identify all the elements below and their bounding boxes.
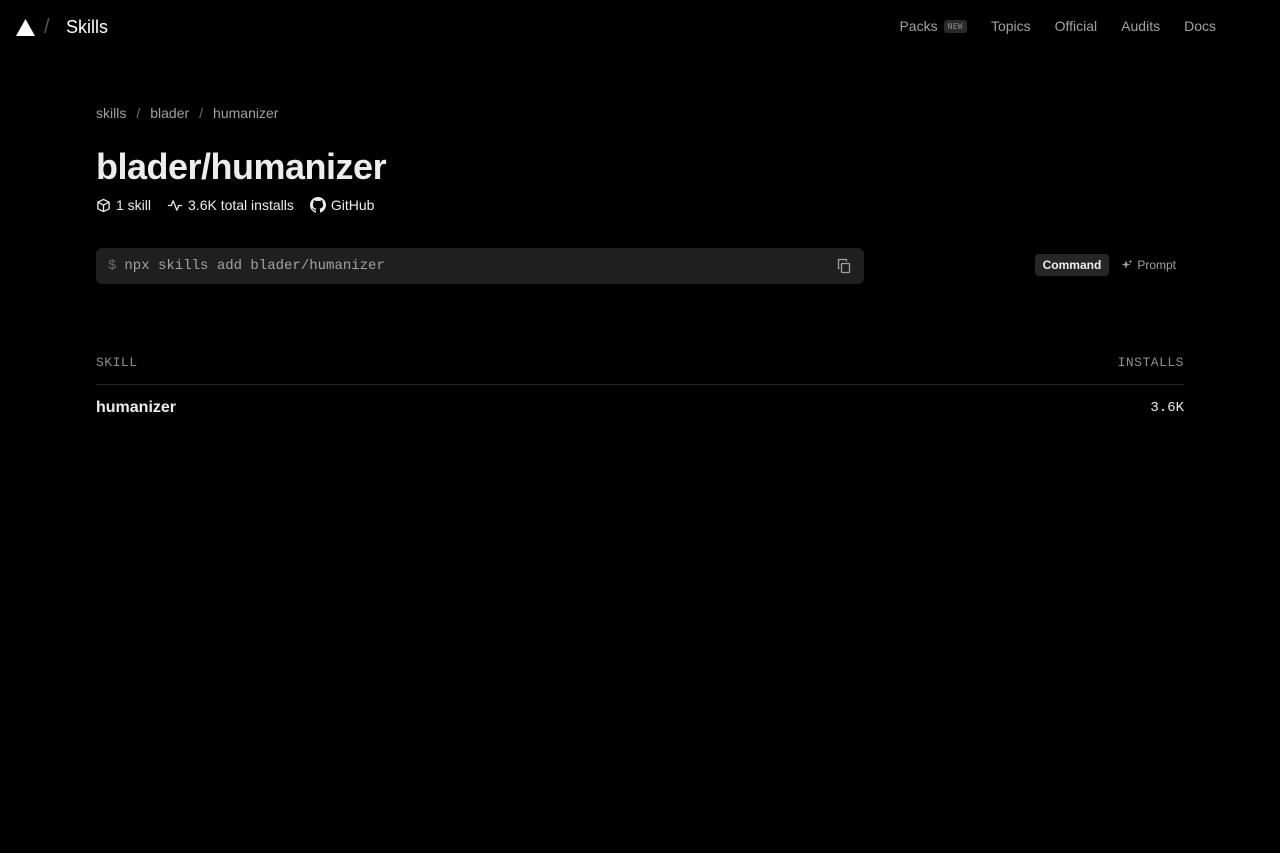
- install-command-text[interactable]: npx skills add blader/humanizer: [124, 258, 836, 274]
- column-header-installs: INSTALLS: [1117, 355, 1184, 370]
- prompt-symbol: $: [108, 258, 117, 274]
- nav-item-label: Docs: [1184, 18, 1216, 34]
- vercel-triangle-logo-icon[interactable]: [16, 19, 35, 36]
- nav-item-audits[interactable]: Audits: [1121, 18, 1160, 34]
- new-badge: NEW: [943, 19, 967, 33]
- nav-item-label: Audits: [1121, 18, 1161, 34]
- tab-prompt[interactable]: Prompt: [1113, 254, 1184, 276]
- nav-item-docs[interactable]: Docs: [1184, 18, 1216, 34]
- package-box-icon: [97, 198, 110, 212]
- table-row[interactable]: humanizer 3.6K: [96, 399, 1184, 417]
- copy-icon[interactable]: [836, 258, 852, 274]
- nav-item-official[interactable]: Official: [1055, 18, 1098, 34]
- main-nav: Packs NEW Topics Official Audits Docs: [899, 18, 1216, 34]
- breadcrumb-item-humanizer[interactable]: humanizer: [213, 105, 278, 121]
- install-mode-toggle: Command Prompt: [1034, 254, 1184, 276]
- tab-command-label: Command: [1042, 258, 1102, 272]
- sparkles-icon: [1121, 259, 1133, 269]
- top-navigation-bar: / Skills Packs NEW Topics Official Audit…: [0, 0, 1280, 56]
- breadcrumb-item-skills[interactable]: skills: [96, 105, 126, 121]
- skill-installs: 3.6K: [1150, 400, 1184, 416]
- header-separator: /: [44, 16, 50, 38]
- total-installs-text: 3.6K total installs: [188, 197, 294, 213]
- table-divider: [96, 384, 1184, 385]
- tab-prompt-label: Prompt: [1137, 258, 1176, 272]
- github-link-label: GitHub: [330, 197, 375, 213]
- nav-item-label: Official: [1054, 18, 1098, 34]
- total-installs: 3.6K total installs: [167, 197, 294, 213]
- repo-meta: 1 skill 3.6K total installs GitHub: [96, 197, 374, 213]
- breadcrumb-item-blader[interactable]: blader: [150, 105, 189, 121]
- skills-count: 1 skill: [96, 197, 151, 213]
- nav-item-label: Packs: [899, 18, 938, 34]
- skills-table-header: SKILL INSTALLS: [96, 355, 1184, 370]
- breadcrumb: skills / blader / humanizer: [96, 105, 278, 121]
- nav-item-packs[interactable]: Packs NEW: [899, 18, 967, 34]
- brand-link[interactable]: Skills: [66, 17, 108, 38]
- column-header-skill: SKILL: [96, 355, 138, 370]
- nav-item-label: Topics: [990, 18, 1031, 34]
- breadcrumb-separator: /: [136, 105, 141, 121]
- skills-count-text: 1 skill: [116, 197, 152, 213]
- tab-command[interactable]: Command: [1034, 254, 1110, 276]
- github-icon: [309, 197, 326, 213]
- nav-item-topics[interactable]: Topics: [991, 18, 1031, 34]
- breadcrumb-separator: /: [199, 105, 204, 121]
- github-link[interactable]: GitHub: [309, 197, 375, 213]
- skill-name[interactable]: humanizer: [96, 399, 176, 417]
- install-command-box[interactable]: $ npx skills add blader/humanizer: [96, 248, 864, 284]
- page-title: blader/humanizer: [96, 146, 387, 187]
- activity-pulse-icon: [167, 199, 183, 211]
